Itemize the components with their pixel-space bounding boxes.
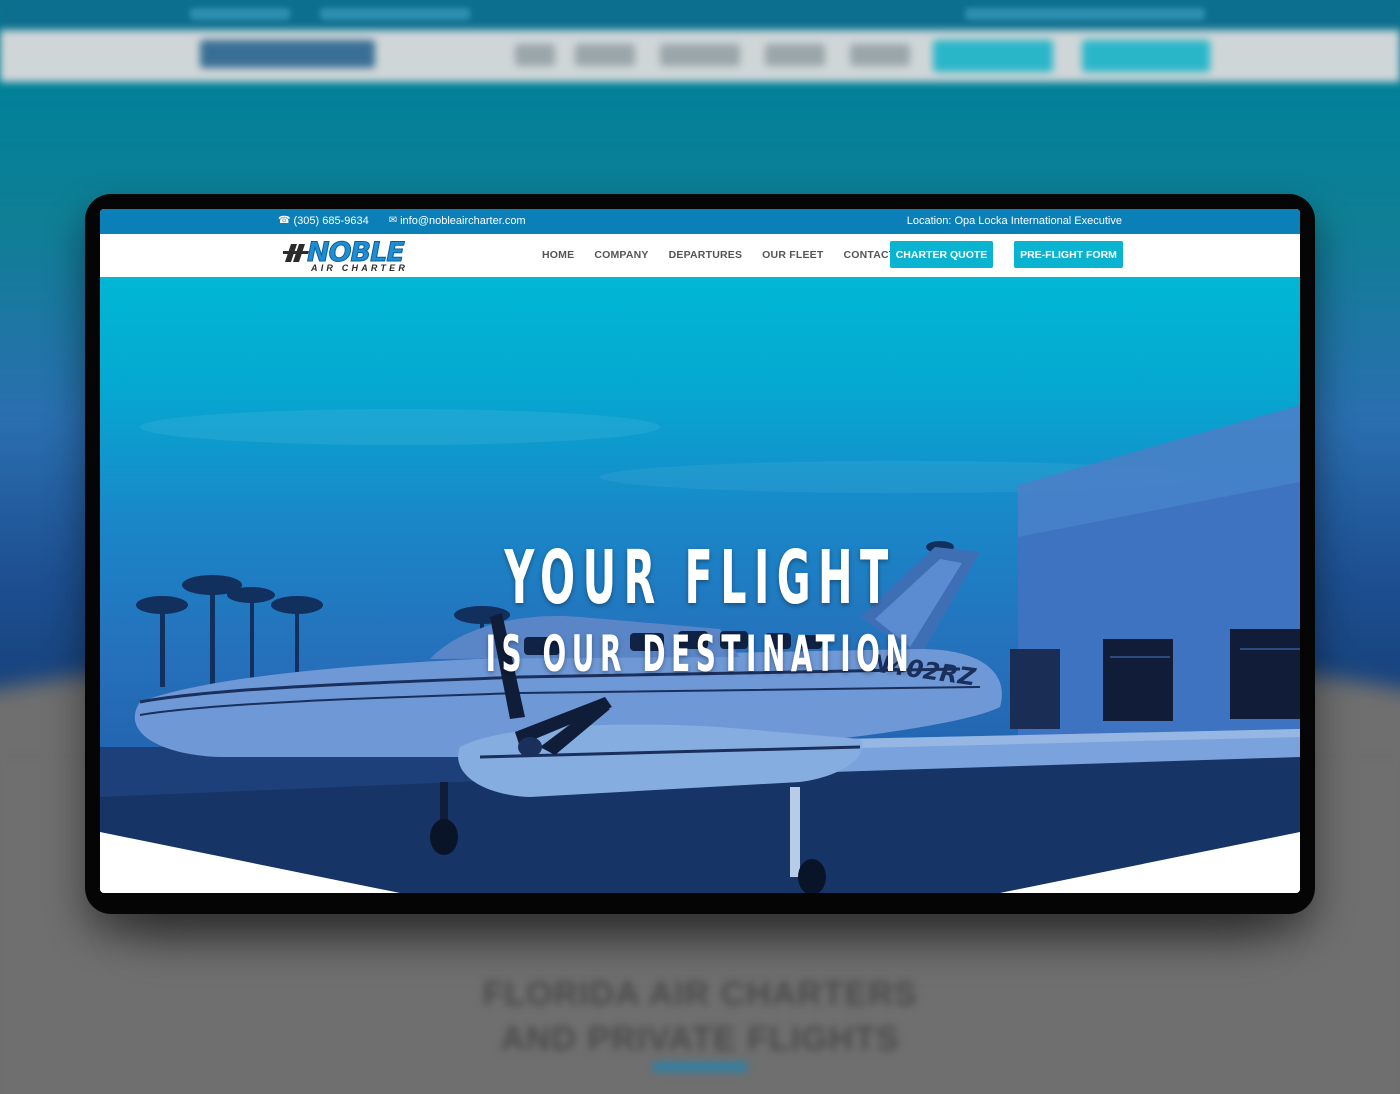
backdrop-underline	[652, 1062, 748, 1072]
top-info-bar: ☎ (305) 685-9634 ✉ info@nobleaircharter.…	[100, 209, 1300, 234]
email-address: info@nobleaircharter.com	[400, 215, 526, 227]
website-screen: ☎ (305) 685-9634 ✉ info@nobleaircharter.…	[100, 209, 1300, 893]
charter-quote-button[interactable]: CHARTER QUOTE	[890, 241, 993, 268]
device-frame: ☎ (305) 685-9634 ✉ info@nobleaircharter.…	[85, 194, 1315, 914]
logo-wordmark: NOBLE	[307, 237, 406, 268]
nav-company[interactable]: COMPANY	[594, 249, 648, 261]
nav-contact[interactable]: CONTACT	[843, 249, 895, 261]
backdrop-heading-2: AND PRIVATE FLIGHTS	[500, 1020, 900, 1058]
nav-our-fleet[interactable]: OUR FLEET	[762, 249, 823, 261]
backdrop-navbar	[0, 30, 1400, 82]
logo-tagline: AIR CHARTER	[311, 263, 409, 273]
phone-link[interactable]: ☎ (305) 685-9634	[278, 215, 369, 227]
email-link[interactable]: ✉ info@nobleaircharter.com	[389, 215, 526, 227]
noble-logo[interactable]: NOBLE AIR CHARTER	[283, 239, 439, 273]
pre-flight-form-button[interactable]: PRE-FLIGHT FORM	[1014, 241, 1123, 268]
primary-nav: HOME COMPANY DEPARTURES OUR FLEET CONTAC…	[542, 249, 895, 261]
backdrop-topbar	[0, 0, 1400, 30]
location-text: Location: Opa Locka International Execut…	[906, 215, 1122, 227]
hero-headline: YOUR FLIGHT	[504, 535, 896, 621]
hero-subheadline: IS OUR DESTINATION	[485, 625, 915, 683]
contact-info: ☎ (305) 685-9634 ✉ info@nobleaircharter.…	[278, 215, 526, 227]
envelope-icon: ✉	[388, 215, 398, 226]
hero-section: N402RZ YOUR FLIGHT IS OUR DESTINATION	[100, 277, 1300, 893]
backdrop-heading-1: FLORIDA AIR CHARTERS	[482, 975, 918, 1013]
phone-number: (305) 685-9634	[293, 215, 369, 227]
phone-icon: ☎	[278, 215, 291, 226]
nav-home[interactable]: HOME	[542, 249, 574, 261]
main-navbar: NOBLE AIR CHARTER HOME COMPANY DEPARTURE…	[100, 234, 1300, 278]
nav-departures[interactable]: DEPARTURES	[669, 249, 743, 261]
